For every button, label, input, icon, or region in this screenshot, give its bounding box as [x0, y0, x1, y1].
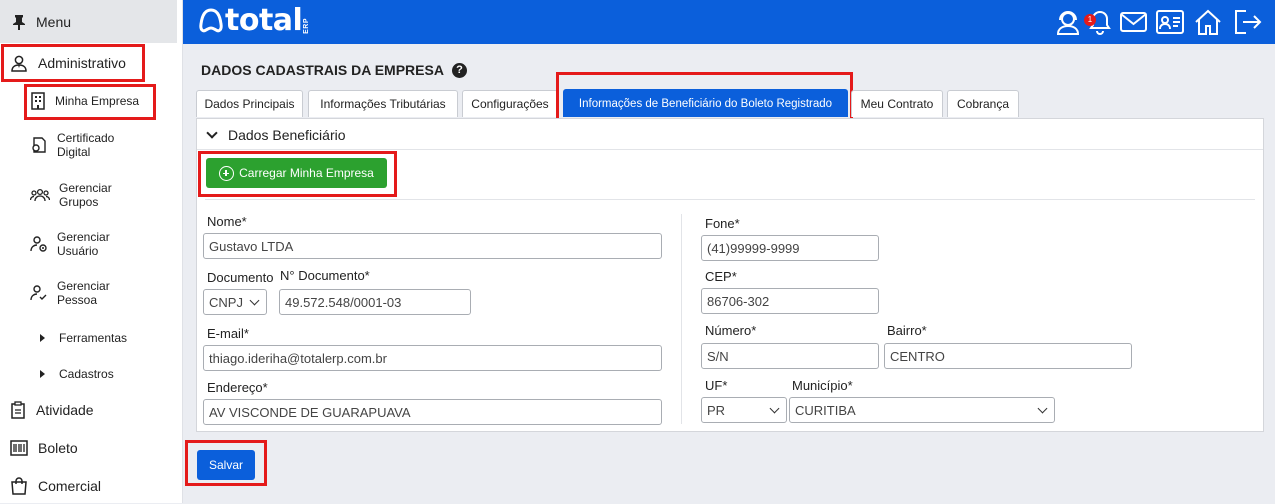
tab-cobranca[interactable]: Cobrança — [947, 90, 1019, 117]
sidebar-item-label-2: Digital — [57, 145, 91, 159]
endereco-input[interactable]: AV VISCONDE DE GUARAPUAVA — [203, 399, 662, 425]
sidebar-item-label: Comercial — [38, 478, 102, 494]
n-documento-label: N° Documento* — [280, 268, 370, 283]
group-icon — [30, 188, 50, 202]
home-icon[interactable] — [1194, 9, 1222, 36]
sidebar-item-gerenciar-usuario[interactable]: Gerenciar Usuário — [30, 230, 177, 258]
person-check-icon — [30, 285, 47, 301]
bairro-label: Bairro* — [887, 323, 927, 338]
cep-label: CEP* — [705, 269, 737, 284]
plus-circle-icon — [219, 165, 235, 181]
sidebar-item-label: Ferramentas — [59, 331, 128, 345]
shopping-bag-icon — [11, 477, 27, 495]
fone-label: Fone* — [705, 216, 740, 231]
municipio-select-value: CURITIBA — [795, 402, 856, 418]
carregar-minha-empresa-button[interactable]: Carregar Minha Empresa — [206, 158, 387, 188]
sidebar-item-atividade[interactable]: Atividade — [0, 392, 177, 428]
section-header[interactable]: Dados Beneficiário — [206, 127, 346, 143]
fone-input[interactable]: (41)99999-9999 — [701, 235, 879, 261]
sidebar-item-comercial[interactable]: Comercial — [0, 468, 177, 504]
section-title: Dados Beneficiário — [228, 127, 346, 143]
nome-input[interactable]: Gustavo LTDA — [203, 233, 662, 259]
sidebar-item-label: Administrativo — [38, 55, 126, 71]
tab-meu-contrato[interactable]: Meu Contrato — [851, 90, 943, 117]
caret-right-icon — [40, 370, 45, 378]
sidebar-item-label: Boleto — [38, 440, 78, 456]
documento-label: Documento — [207, 270, 274, 285]
certificate-icon — [32, 137, 46, 153]
sidebar-item-label: Gerenciar — [57, 230, 110, 244]
numero-input[interactable]: S/N — [701, 343, 879, 369]
email-label: E-mail* — [207, 326, 249, 341]
cep-input[interactable]: 86706-302 — [701, 288, 879, 314]
top-header: total ERP 1 — [183, 0, 1275, 44]
menu-label: Menu — [36, 13, 72, 30]
sidebar-item-certificado-digital[interactable]: Certificado Digital — [30, 131, 177, 159]
tab-informacoes-beneficiario[interactable]: Informações de Beneficiário do Boleto Re… — [563, 89, 848, 117]
tab-informacoes-tributarias[interactable]: Informações Tributárias — [308, 90, 458, 117]
n-documento-input[interactable]: 49.572.548/0001-03 — [279, 289, 471, 315]
sidebar-expander-ferramentas[interactable]: Ferramentas — [40, 331, 127, 345]
sidebar-item-label-2: Pessoa — [57, 293, 98, 307]
logout-icon[interactable] — [1234, 10, 1262, 34]
documento-select[interactable]: CNPJ — [203, 289, 267, 315]
sidebar-item-gerenciar-grupos[interactable]: Gerenciar Grupos — [30, 181, 177, 209]
nome-label: Nome* — [207, 214, 247, 229]
endereco-label: Endereço* — [207, 380, 268, 395]
sidebar-item-label: Cadastros — [59, 367, 114, 381]
divider — [205, 199, 1255, 200]
sidebar-item-administrativo[interactable]: Administrativo — [0, 45, 177, 81]
logo-text: total — [225, 3, 303, 38]
uf-select-value: PR — [707, 402, 726, 418]
tab-dados-principais[interactable]: Dados Principais — [196, 90, 303, 117]
user-gear-icon — [30, 236, 47, 252]
uf-label: UF* — [705, 378, 728, 393]
chevron-down-icon — [1037, 403, 1048, 414]
municipio-select[interactable]: CURITIBA — [789, 397, 1055, 423]
id-card-icon[interactable] — [1156, 10, 1184, 34]
chevron-down-icon — [249, 295, 260, 306]
pin-icon — [13, 14, 25, 30]
logo-erp: ERP — [303, 18, 311, 34]
sidebar-item-gerenciar-pessoa[interactable]: Gerenciar Pessoa — [30, 279, 177, 307]
sidebar-item-label: Gerenciar — [59, 181, 112, 195]
sidebar-item-label: Minha Empresa — [55, 94, 140, 108]
column-divider — [681, 214, 682, 424]
help-icon[interactable]: ? — [451, 62, 467, 78]
mail-icon[interactable] — [1120, 12, 1147, 32]
building-icon — [31, 92, 45, 110]
sidebar-item-minha-empresa[interactable]: Minha Empresa — [30, 90, 177, 112]
sidebar-item-label: Gerenciar — [57, 279, 110, 293]
sidebar-expander-cadastros[interactable]: Cadastros — [40, 367, 114, 381]
page-title-text: DADOS CADASTRAIS DA EMPRESA — [201, 62, 444, 78]
sidebar-item-label-2: Usuário — [57, 244, 99, 258]
documento-select-value: CNPJ — [209, 294, 243, 310]
tab-configuracoes[interactable]: Configurações — [462, 90, 558, 117]
admin-user-icon — [11, 55, 27, 72]
chevron-down-icon — [769, 403, 780, 414]
logo[interactable]: total ERP — [197, 5, 310, 37]
notification-badge: 1 — [1084, 14, 1096, 26]
municipio-label: Município* — [792, 378, 853, 393]
sidebar-item-label: Atividade — [36, 402, 94, 418]
barcode-icon — [10, 440, 28, 456]
clipboard-icon — [11, 401, 25, 419]
bairro-input[interactable]: CENTRO — [884, 343, 1132, 369]
logo-mark-icon — [199, 8, 223, 33]
caret-right-icon — [40, 334, 45, 342]
numero-label: Número* — [705, 323, 757, 338]
email-input[interactable]: thiago.ideriha@totalerp.com.br — [203, 345, 662, 371]
support-agent-icon[interactable] — [1055, 9, 1081, 35]
divider — [197, 149, 1263, 150]
uf-select[interactable]: PR — [701, 397, 787, 423]
menu-header[interactable]: Menu — [0, 0, 177, 43]
page-title: DADOS CADASTRAIS DA EMPRESA ? — [201, 62, 467, 78]
salvar-button[interactable]: Salvar — [197, 450, 255, 480]
button-label: Carregar Minha Empresa — [239, 166, 374, 180]
sidebar-item-label-2: Grupos — [59, 195, 99, 209]
chevron-down-icon — [206, 127, 218, 139]
sidebar-item-label: Certificado — [57, 131, 115, 145]
sidebar-item-boleto[interactable]: Boleto — [0, 430, 177, 466]
